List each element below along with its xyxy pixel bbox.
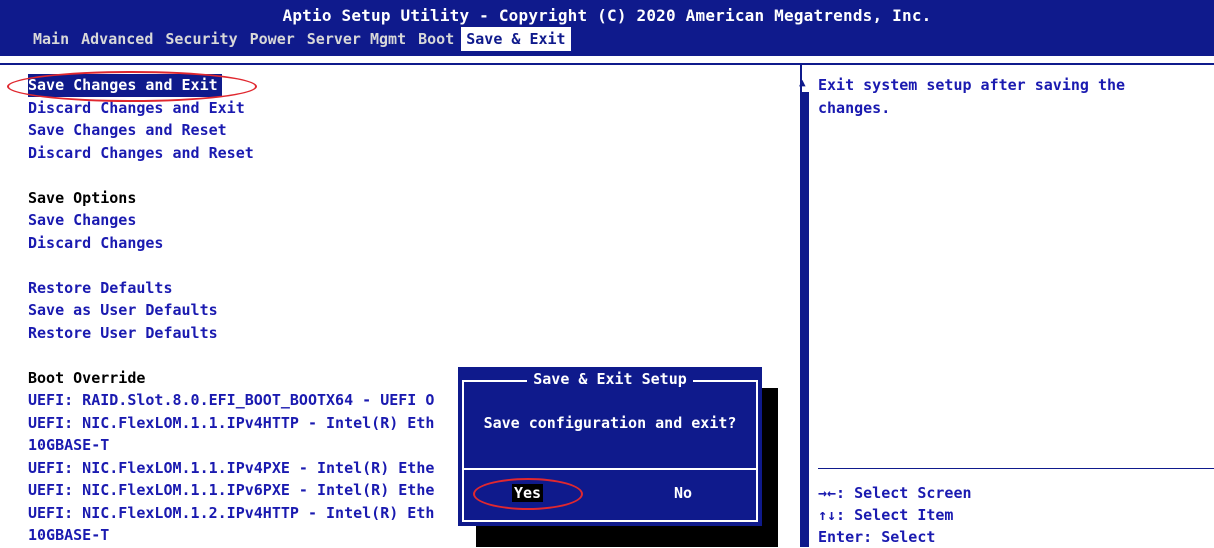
menu-item-restore-user-defaults[interactable]: Restore User Defaults [28,322,434,345]
key-legend: →←: Select Screen ↑↓: Select Item Enter:… [818,482,972,548]
menu-item-save-changes-and-reset[interactable]: Save Changes and Reset [28,119,434,142]
tab-advanced[interactable]: Advanced [76,27,158,51]
scroll-up-arrow-icon[interactable]: ▲ [799,76,806,89]
dialog-divider [464,468,756,470]
boot-override-item-continuation[interactable]: 10GBASE-T [28,524,434,547]
tab-bar: Main Advanced Security Power Server Mgmt… [28,27,573,51]
section-header-save-options: Save Options [28,188,137,207]
tab-main[interactable]: Main [28,27,74,51]
dialog-title: Save & Exit Setup [458,370,762,388]
help-divider [818,468,1214,469]
boot-override-item-continuation[interactable]: 10GBASE-T [28,434,434,457]
app-title: Aptio Setup Utility - Copyright (C) 2020… [282,6,932,25]
annotation-circle-save-exit [7,71,257,102]
menu-item-save-as-user-defaults[interactable]: Save as User Defaults [28,299,434,322]
section-header-boot-override: Boot Override [28,368,146,387]
menu-list: Save Changes and Exit Discard Changes an… [28,74,434,547]
help-text-line: Exit system setup after saving the [818,76,1126,94]
key-hint-select-item: ↑↓: Select Item [818,506,954,524]
menu-item-restore-defaults[interactable]: Restore Defaults [28,277,434,300]
annotation-circle-yes [473,478,583,510]
no-button[interactable]: No [674,484,692,502]
tab-boot[interactable]: Boot [413,27,459,51]
tab-server-mgmt[interactable]: Server Mgmt [302,27,411,51]
help-panel: Exit system setup after saving the chang… [818,74,1198,119]
tab-security[interactable]: Security [160,27,242,51]
menu-item-save-changes[interactable]: Save Changes [28,209,434,232]
menu-item-discard-changes[interactable]: Discard Changes [28,232,434,255]
boot-override-item[interactable]: UEFI: NIC.FlexLOM.1.1.IPv6PXE - Intel(R)… [28,479,434,502]
key-hint-select-screen: →←: Select Screen [818,484,972,502]
menu-item-discard-changes-and-reset[interactable]: Discard Changes and Reset [28,142,434,165]
dialog-message: Save configuration and exit? [483,414,737,432]
boot-override-item[interactable]: UEFI: NIC.FlexLOM.1.2.IPv4HTTP - Intel(R… [28,502,434,525]
boot-override-item[interactable]: UEFI: NIC.FlexLOM.1.1.IPv4HTTP - Intel(R… [28,412,434,435]
key-hint-enter-select: Enter: Select [818,528,936,546]
header-divider [0,63,1214,65]
tab-save-exit[interactable]: Save & Exit [461,27,571,51]
help-text-line: changes. [818,98,891,117]
scrollbar[interactable] [802,92,809,547]
tab-power[interactable]: Power [245,27,300,51]
dialog-title-text: Save & Exit Setup [527,370,693,388]
boot-override-item[interactable]: UEFI: NIC.FlexLOM.1.1.IPv4PXE - Intel(R)… [28,457,434,480]
title-bar: Aptio Setup Utility - Copyright (C) 2020… [0,0,1214,56]
boot-override-item[interactable]: UEFI: RAID.Slot.8.0.EFI_BOOT_BOOTX64 - U… [28,389,434,412]
